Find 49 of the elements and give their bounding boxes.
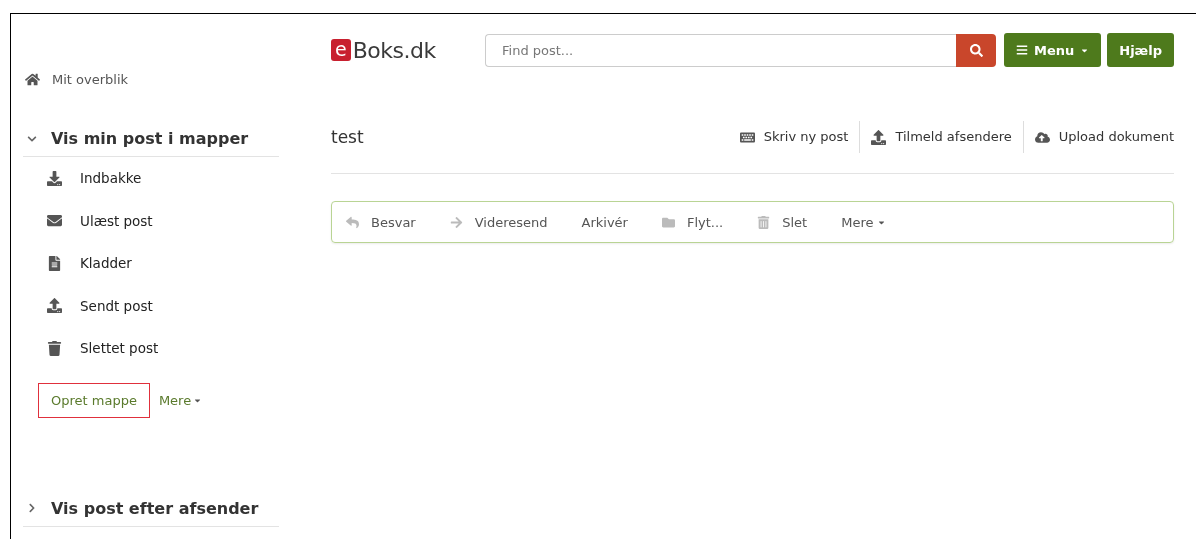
archive-button[interactable]: Arkivér bbox=[581, 214, 628, 230]
overview-label: Mit overblik bbox=[52, 72, 129, 87]
folder-label: Ulæst post bbox=[80, 212, 153, 229]
more-link[interactable]: Mere bbox=[158, 392, 203, 408]
tray-download-icon bbox=[47, 170, 62, 186]
menu-button[interactable]: Menu bbox=[1004, 33, 1102, 67]
folder-label: Kladder bbox=[80, 255, 132, 272]
action-link[interactable]: Skriv ny post bbox=[728, 121, 860, 153]
action-link[interactable]: Upload dokument bbox=[1022, 121, 1174, 153]
search-field[interactable]: Find post... bbox=[485, 33, 956, 67]
trash-icon bbox=[47, 340, 62, 356]
overview-link[interactable]: Mit overblik bbox=[23, 72, 279, 87]
section-header[interactable]: Vis post efter afsender bbox=[23, 498, 279, 527]
help-button[interactable]: Hjælp bbox=[1107, 33, 1174, 67]
delete-button[interactable]: Slet bbox=[757, 214, 808, 230]
chevron-down-icon bbox=[27, 133, 37, 144]
cloud-upload-icon bbox=[1034, 129, 1050, 145]
logo[interactable]: e Boks.dk bbox=[331, 37, 485, 63]
folder-label: Slettet post bbox=[80, 340, 159, 357]
home-icon bbox=[25, 72, 40, 87]
search-button[interactable] bbox=[956, 33, 996, 67]
folder-title: test bbox=[331, 127, 365, 147]
forward-button[interactable]: Videresend bbox=[449, 214, 548, 230]
arrow-right-icon bbox=[449, 215, 463, 229]
folder-item[interactable]: Sendt post bbox=[23, 284, 279, 327]
reply-icon bbox=[346, 215, 359, 229]
action-link[interactable]: Tilmeld afsendere bbox=[859, 121, 1023, 153]
folder-item[interactable]: Ulæst post bbox=[23, 199, 279, 242]
folder-icon bbox=[661, 215, 675, 229]
section-title: Vis post efter afsender bbox=[51, 498, 259, 518]
move-button[interactable]: Flyt... bbox=[661, 214, 724, 230]
search-icon bbox=[969, 43, 983, 57]
folder-item[interactable]: Indbakke bbox=[23, 157, 279, 200]
more-dropdown[interactable]: Mere bbox=[841, 214, 887, 230]
chevron-right-icon bbox=[27, 503, 37, 513]
tray-upload-icon bbox=[871, 129, 887, 145]
section-header[interactable]: Vis min post i mapper bbox=[23, 129, 279, 157]
trash-icon bbox=[757, 215, 771, 229]
envelope-icon bbox=[47, 213, 62, 229]
tray-upload-icon bbox=[47, 298, 62, 314]
folder-label: Sendt post bbox=[80, 297, 153, 314]
folder-item[interactable]: Slettet post bbox=[23, 327, 279, 370]
create-folder-button[interactable]: Opret mappe bbox=[38, 382, 150, 418]
section-title: Vis min post i mapper bbox=[51, 129, 249, 148]
reply-button[interactable]: Besvar bbox=[346, 214, 416, 230]
menu-icon bbox=[1016, 44, 1028, 56]
document-icon bbox=[47, 255, 62, 271]
folder-item[interactable]: Kladder bbox=[23, 242, 279, 285]
folder-label: Indbakke bbox=[80, 170, 142, 187]
